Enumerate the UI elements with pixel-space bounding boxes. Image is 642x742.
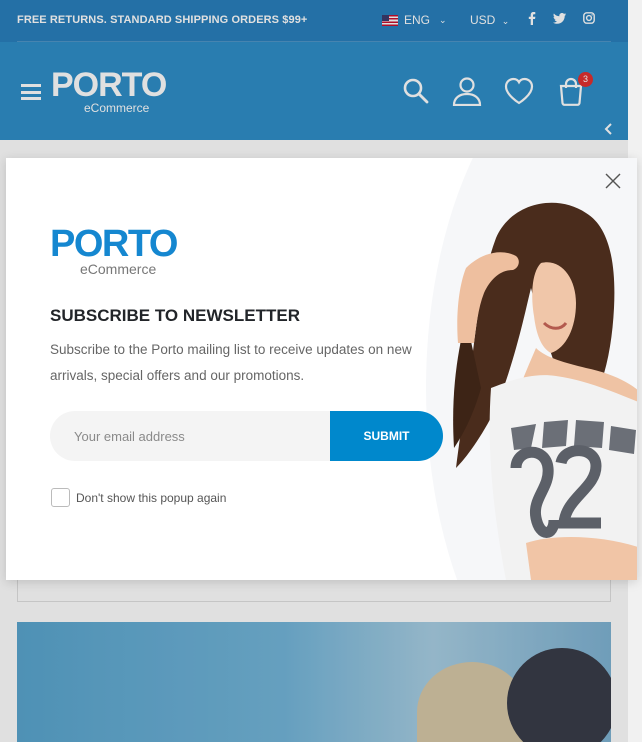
popup-logo-word: PORTO — [50, 223, 178, 265]
dont-show-label: Don't show this popup again — [76, 490, 227, 505]
dont-show-checkbox[interactable] — [51, 488, 70, 507]
popup-logo: PORTO eCommerce — [50, 223, 178, 276]
popup-description: Subscribe to the Porto mailing list to r… — [50, 342, 412, 383]
newsletter-form: SUBMIT — [50, 411, 443, 461]
model-photo — [453, 202, 637, 580]
email-field[interactable] — [50, 411, 330, 461]
close-icon[interactable] — [603, 171, 623, 191]
submit-button[interactable]: SUBMIT — [330, 411, 443, 461]
popup-title: SUBSCRIBE TO NEWSLETTER — [50, 306, 300, 325]
newsletter-popup: PORTO eCommerce SUBSCRIBE TO NEWSLETTER … — [6, 158, 637, 580]
dont-show-option[interactable]: Don't show this popup again — [51, 488, 226, 507]
